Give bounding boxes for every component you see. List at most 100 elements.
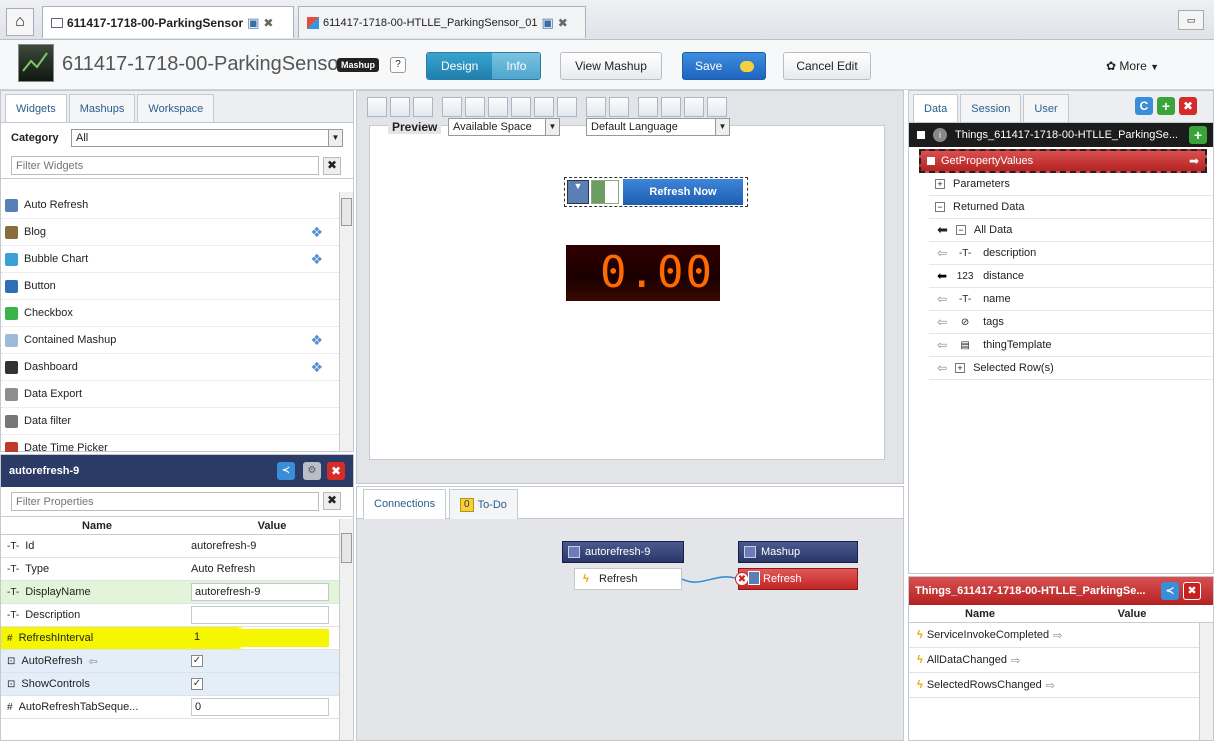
- refresh-event[interactable]: ϟ Refresh: [574, 568, 682, 590]
- close-icon[interactable]: ✖: [558, 16, 568, 30]
- property-row[interactable]: -T- DisplayName autorefresh-9: [1, 581, 339, 604]
- thing-row[interactable]: i Things_611417-1718-00-HTLLE_ParkingSe.…: [909, 123, 1213, 147]
- event-row[interactable]: ϟ AllDataChanged ⇨: [909, 648, 1199, 673]
- same-width-icon[interactable]: [684, 97, 704, 117]
- delete-widget-icon[interactable]: ✖: [327, 462, 345, 480]
- property-row[interactable]: ⊡ AutoRefresh ⇦ ✓: [1, 650, 339, 673]
- bind-arrow-icon[interactable]: ⬅: [937, 222, 948, 238]
- bind-arrow-icon[interactable]: ⇦: [937, 315, 947, 329]
- close-icon[interactable]: ✖: [263, 16, 273, 30]
- property-value-input[interactable]: 0: [191, 698, 329, 716]
- collapse-icon[interactable]: [917, 131, 925, 139]
- mashup-preview[interactable]: Preview Available Space ▼ Default Langua…: [369, 118, 885, 460]
- center-icon[interactable]: [638, 97, 658, 117]
- same-height-icon[interactable]: [707, 97, 727, 117]
- widget-item[interactable]: Bubble Chart ❖: [1, 246, 339, 273]
- widget-item[interactable]: Auto Refresh: [1, 192, 339, 219]
- more-menu[interactable]: ✿ More ▼: [1106, 59, 1159, 73]
- led-display[interactable]: 0.00: [566, 245, 720, 301]
- settings-icon[interactable]: ⚙: [303, 462, 321, 480]
- language-select[interactable]: Default Language ▼: [586, 118, 730, 136]
- widget-item[interactable]: Dashboard ❖: [1, 354, 339, 381]
- align-left-icon[interactable]: [442, 97, 462, 117]
- tab-widgets[interactable]: Widgets: [5, 94, 67, 122]
- collapse-icon[interactable]: −: [935, 202, 945, 212]
- event-row[interactable]: ϟ ServiceInvokeCompleted ⇨: [909, 623, 1199, 648]
- tab-workspace[interactable]: Workspace: [137, 94, 215, 122]
- bind-arrow-icon[interactable]: ⇦: [937, 292, 947, 306]
- mashup-node[interactable]: Mashup: [738, 541, 858, 563]
- share-icon[interactable]: ≺: [1161, 582, 1179, 600]
- data-field-row[interactable]: ⇦ ⊘ tags: [929, 311, 1213, 334]
- property-checkbox[interactable]: ✓: [191, 655, 203, 667]
- widget-item[interactable]: Checkbox: [1, 300, 339, 327]
- bind-arrow-icon[interactable]: ⬅: [937, 269, 947, 283]
- get-property-values-service[interactable]: GetPropertyValues ➡: [919, 149, 1207, 173]
- property-checkbox[interactable]: ✓: [191, 678, 203, 690]
- widget-item[interactable]: Button: [1, 273, 339, 300]
- add-icon[interactable]: +: [1157, 97, 1175, 115]
- distribute-h-icon[interactable]: [586, 97, 606, 117]
- bind-arrow-icon[interactable]: ⇦: [937, 338, 947, 352]
- align-bottom-icon[interactable]: [557, 97, 577, 117]
- align-center-icon[interactable]: [465, 97, 485, 117]
- autorefresh-node[interactable]: autorefresh-9: [562, 541, 684, 563]
- align-right-icon[interactable]: [488, 97, 508, 117]
- data-field-row[interactable]: ⇦ -T-name: [929, 288, 1213, 311]
- bind-arrow-icon[interactable]: ⇨: [1053, 629, 1062, 642]
- data-field-row[interactable]: ⇦ -T-description: [929, 242, 1213, 265]
- all-data-row[interactable]: ⬅ − All Data: [929, 219, 1213, 242]
- help-icon[interactable]: ?: [390, 57, 406, 73]
- property-row[interactable]: -T- Type Auto Refresh: [1, 558, 339, 581]
- cut-icon[interactable]: [367, 97, 387, 117]
- align-top-icon[interactable]: [511, 97, 531, 117]
- remove-connection-icon[interactable]: ✖: [735, 572, 749, 586]
- tab-todo[interactable]: 0 To-Do: [449, 489, 518, 519]
- auto-refresh-widget[interactable]: ▼ Refresh Now: [564, 177, 748, 207]
- tab-session[interactable]: Session: [960, 94, 1022, 122]
- save-button[interactable]: Save: [682, 52, 766, 80]
- bind-arrow-icon[interactable]: ⇦: [937, 361, 947, 375]
- info-button[interactable]: Info: [492, 53, 541, 79]
- collapse-icon[interactable]: [927, 157, 935, 165]
- widget-menu-icon[interactable]: ▼: [567, 180, 589, 204]
- filter-properties-input[interactable]: [11, 492, 319, 511]
- mashup-refresh-service[interactable]: ✖ Refresh: [735, 568, 858, 590]
- bind-arrow-icon[interactable]: ⇦: [937, 246, 947, 260]
- property-row[interactable]: ⊡ ShowControls ✓: [1, 673, 339, 696]
- tab-parking-sensor[interactable]: 611417-1718-00-ParkingSensor ▣ ✖: [42, 6, 294, 38]
- property-row[interactable]: -T- Id autorefresh-9: [1, 535, 339, 558]
- widget-item[interactable]: Contained Mashup ❖: [1, 327, 339, 354]
- tab-mashups[interactable]: Mashups: [68, 94, 136, 122]
- category-select[interactable]: All ▼: [71, 129, 343, 147]
- clear-filter-icon[interactable]: ✖: [323, 492, 341, 510]
- window-toggle-icon[interactable]: ▭: [1178, 10, 1204, 30]
- collapse-icon[interactable]: −: [955, 225, 966, 235]
- refresh-now-button[interactable]: Refresh Now: [623, 179, 743, 205]
- tab-htlle-parking-sensor[interactable]: 611417-1718-00-HTLLE_ParkingSensor_01 ▣ …: [298, 6, 586, 38]
- property-value-input[interactable]: autorefresh-9: [191, 583, 329, 601]
- widget-item[interactable]: Data Export: [1, 381, 339, 408]
- close-icon[interactable]: ✖: [1183, 582, 1201, 600]
- parameters-row[interactable]: + Parameters: [929, 173, 1213, 196]
- grid-icon[interactable]: [661, 97, 681, 117]
- selected-rows-row[interactable]: ⇦ + Selected Row(s): [929, 357, 1213, 380]
- cancel-edit-button[interactable]: Cancel Edit: [783, 52, 871, 80]
- home-icon[interactable]: ⌂: [6, 8, 34, 36]
- tab-connections[interactable]: Connections: [363, 489, 447, 519]
- data-field-row[interactable]: ⇦ ▤ thingTemplate: [929, 334, 1213, 357]
- connection-line[interactable]: [682, 571, 742, 591]
- view-mashup-button[interactable]: View Mashup: [560, 52, 662, 80]
- widget-item[interactable]: Blog ❖: [1, 219, 339, 246]
- save-icon[interactable]: ▣: [541, 15, 553, 31]
- tab-data[interactable]: Data: [913, 94, 959, 122]
- property-value-input[interactable]: 1: [191, 629, 329, 647]
- remove-icon[interactable]: ✖: [1179, 97, 1197, 115]
- copy-icon[interactable]: [390, 97, 410, 117]
- property-row[interactable]: # RefreshInterval 1: [1, 627, 339, 650]
- properties-scrollbar[interactable]: [339, 519, 353, 740]
- event-row[interactable]: ϟ SelectedRowsChanged ⇨: [909, 673, 1199, 698]
- clear-filter-icon[interactable]: ✖: [323, 157, 341, 175]
- events-scrollbar[interactable]: [1199, 623, 1213, 740]
- property-row[interactable]: -T- Description: [1, 604, 339, 627]
